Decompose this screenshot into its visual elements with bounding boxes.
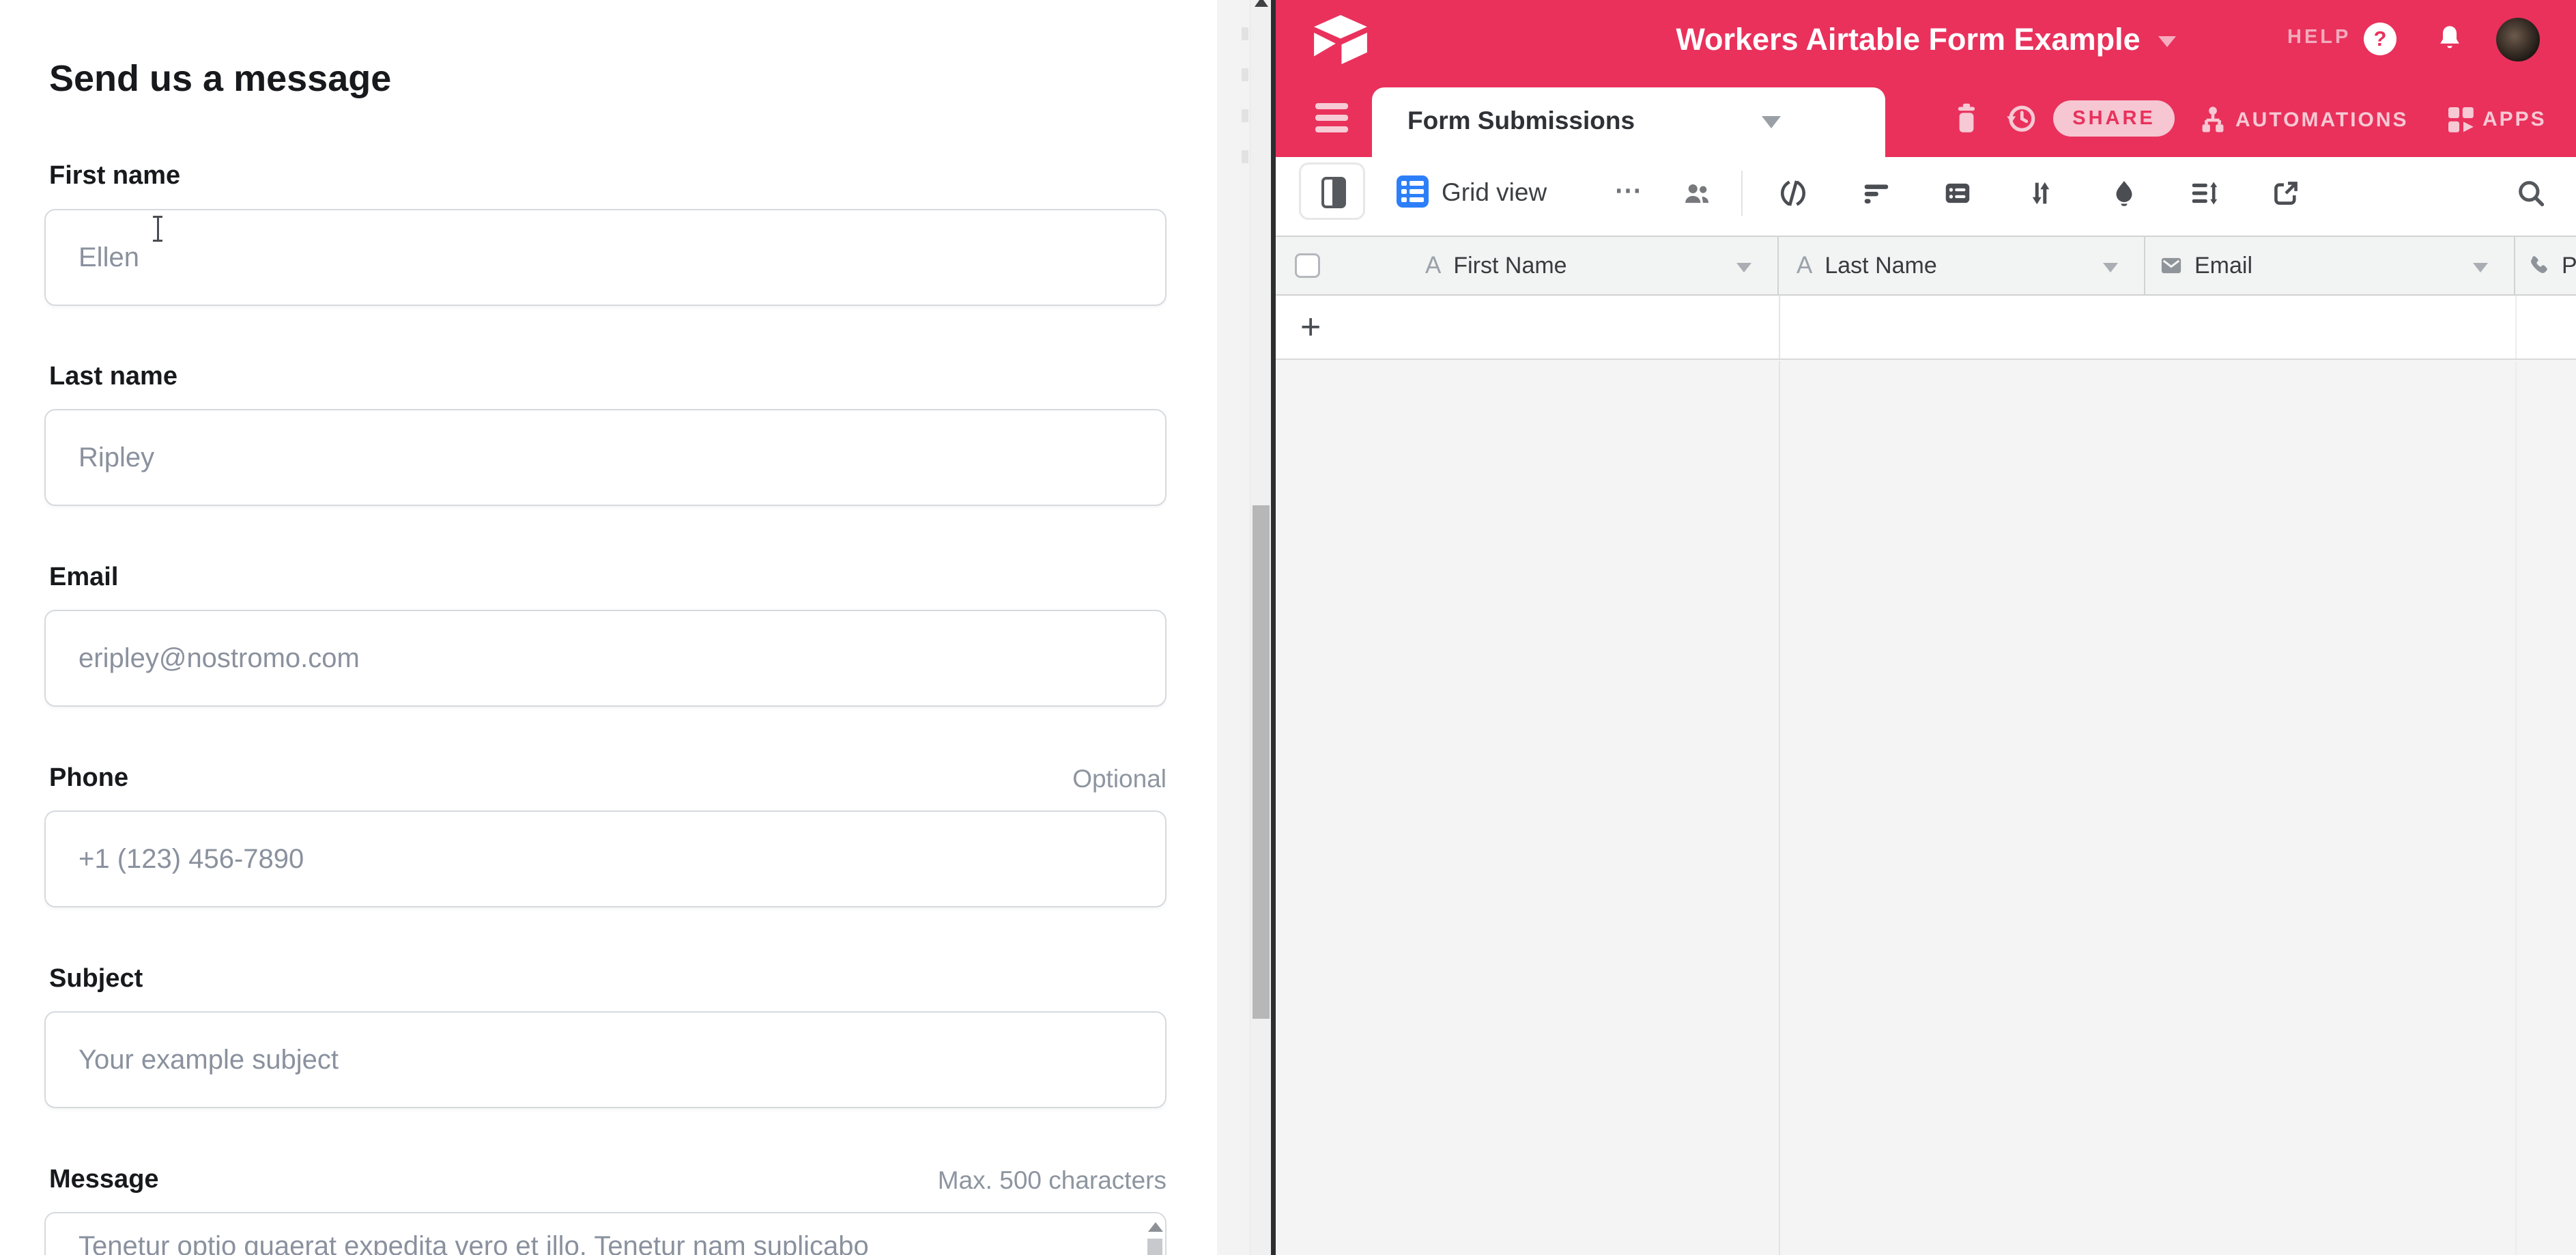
table-tab-caret-icon[interactable] <box>1762 116 1781 128</box>
trash-icon[interactable] <box>1949 99 1984 137</box>
add-record-plus-icon[interactable]: + <box>1300 307 1321 348</box>
sidebar-toggle-icon <box>1321 177 1346 208</box>
resize-handle-dot[interactable] <box>1242 68 1248 81</box>
subject-input[interactable] <box>44 1011 1167 1108</box>
toolbar-divider <box>1741 171 1743 216</box>
apps-button[interactable]: APPS <box>2444 103 2547 136</box>
contact-form-panel: Send us a message First name Last name E… <box>0 0 1217 1255</box>
add-record-row[interactable]: + <box>1276 296 2576 360</box>
user-avatar[interactable] <box>2496 18 2540 61</box>
window-divider <box>1271 0 1276 1255</box>
collaborators-icon[interactable] <box>1681 178 1713 209</box>
view-sidebar-toggle-button[interactable] <box>1299 163 1365 220</box>
view-options-dots[interactable]: ⋯ <box>1614 175 1644 206</box>
message-maxchars-hint: Max. 500 characters <box>938 1166 1167 1195</box>
textarea-scrollbar-thumb[interactable] <box>1147 1239 1162 1255</box>
message-textarea[interactable] <box>44 1212 1167 1255</box>
subject-label: Subject <box>49 964 143 993</box>
color-icon[interactable] <box>2108 178 2140 209</box>
table-tab-label: Form Submissions <box>1407 107 1635 135</box>
grid-view-icon <box>1397 175 1429 208</box>
resize-handle-dot[interactable] <box>1242 109 1248 122</box>
help-question-icon[interactable]: ? <box>2364 23 2396 55</box>
airtable-panel: Workers Airtable Form Example HELP ? For… <box>1276 0 2576 1255</box>
column-divider <box>2515 296 2517 358</box>
column-divider <box>1779 361 1780 1255</box>
message-label: Message <box>49 1165 159 1194</box>
last-name-input[interactable] <box>44 409 1167 506</box>
panel-gutter <box>1217 0 1250 1255</box>
column-divider <box>2515 361 2517 1255</box>
email-input[interactable] <box>44 610 1167 707</box>
column-caret-icon[interactable] <box>2473 263 2488 272</box>
column-header-last-name[interactable]: A Last Name <box>1779 237 2145 294</box>
column-divider <box>1779 296 1780 358</box>
notifications-bell-icon[interactable] <box>2433 22 2466 56</box>
grid-body <box>1276 361 2576 1255</box>
text-field-icon: A <box>1797 252 1812 279</box>
phone-input[interactable] <box>44 810 1167 907</box>
resize-handle-dot[interactable] <box>1242 150 1248 163</box>
group-icon[interactable] <box>1942 178 1973 209</box>
form-heading: Send us a message <box>49 57 391 100</box>
text-cursor-icon <box>152 216 164 242</box>
help-button[interactable]: HELP <box>2287 26 2351 48</box>
apps-icon <box>2444 103 2477 136</box>
filter-icon[interactable] <box>1861 178 1892 209</box>
column-header-email[interactable]: Email <box>2145 237 2515 294</box>
airtable-tab-bar: Form Submissions SHARE <box>1276 79 2576 157</box>
resize-handle-dot[interactable] <box>1242 27 1248 40</box>
email-label: Email <box>49 563 118 592</box>
open-view-icon[interactable] <box>2270 178 2302 209</box>
table-tab-form-submissions[interactable]: Form Submissions <box>1372 87 1885 157</box>
sort-icon[interactable] <box>2025 178 2057 209</box>
first-name-label: First name <box>49 161 180 191</box>
automations-button[interactable]: AUTOMATIONS <box>2196 103 2409 137</box>
left-window-scrollbar[interactable] <box>1250 0 1271 1255</box>
search-icon[interactable] <box>2515 178 2547 209</box>
column-header-first-name[interactable]: A First Name <box>1276 237 1779 294</box>
view-name[interactable]: Grid view <box>1442 178 1547 207</box>
first-name-input[interactable] <box>44 209 1167 306</box>
phone-field-icon <box>2526 253 2551 278</box>
screenshot-root: Send us a message First name Last name E… <box>0 0 2576 1255</box>
row-height-icon[interactable] <box>2188 178 2220 209</box>
sidebar-menu-icon[interactable] <box>1315 103 1348 133</box>
grid-header-row: A First Name A Last Name Email <box>1276 236 2576 296</box>
phone-optional-hint: Optional <box>1072 765 1167 793</box>
email-field-icon <box>2159 253 2184 278</box>
airtable-top-bar: Workers Airtable Form Example HELP ? <box>1276 0 2576 79</box>
scroll-up-arrow-icon[interactable] <box>1255 0 1268 7</box>
column-caret-icon[interactable] <box>1736 263 1751 272</box>
base-title-caret-icon[interactable] <box>2158 36 2176 47</box>
apps-label: APPS <box>2482 108 2547 131</box>
scrollbar-thumb[interactable] <box>1253 505 1270 1019</box>
share-button[interactable]: SHARE <box>2053 100 2175 137</box>
column-header-phone[interactable]: Phone <box>2515 237 2576 294</box>
phone-label: Phone <box>49 763 128 793</box>
last-name-label: Last name <box>49 362 177 391</box>
automations-icon <box>2196 103 2230 137</box>
automations-label: AUTOMATIONS <box>2235 109 2409 132</box>
textarea-scroll-up-icon[interactable] <box>1148 1222 1163 1232</box>
text-field-icon: A <box>1425 252 1441 279</box>
hide-fields-icon[interactable] <box>1777 178 1809 209</box>
base-title[interactable]: Workers Airtable Form Example <box>1676 22 2140 57</box>
view-toolbar: Grid view ⋯ <box>1276 157 2576 236</box>
column-caret-icon[interactable] <box>2103 263 2118 272</box>
revision-history-icon[interactable] <box>2003 99 2039 137</box>
